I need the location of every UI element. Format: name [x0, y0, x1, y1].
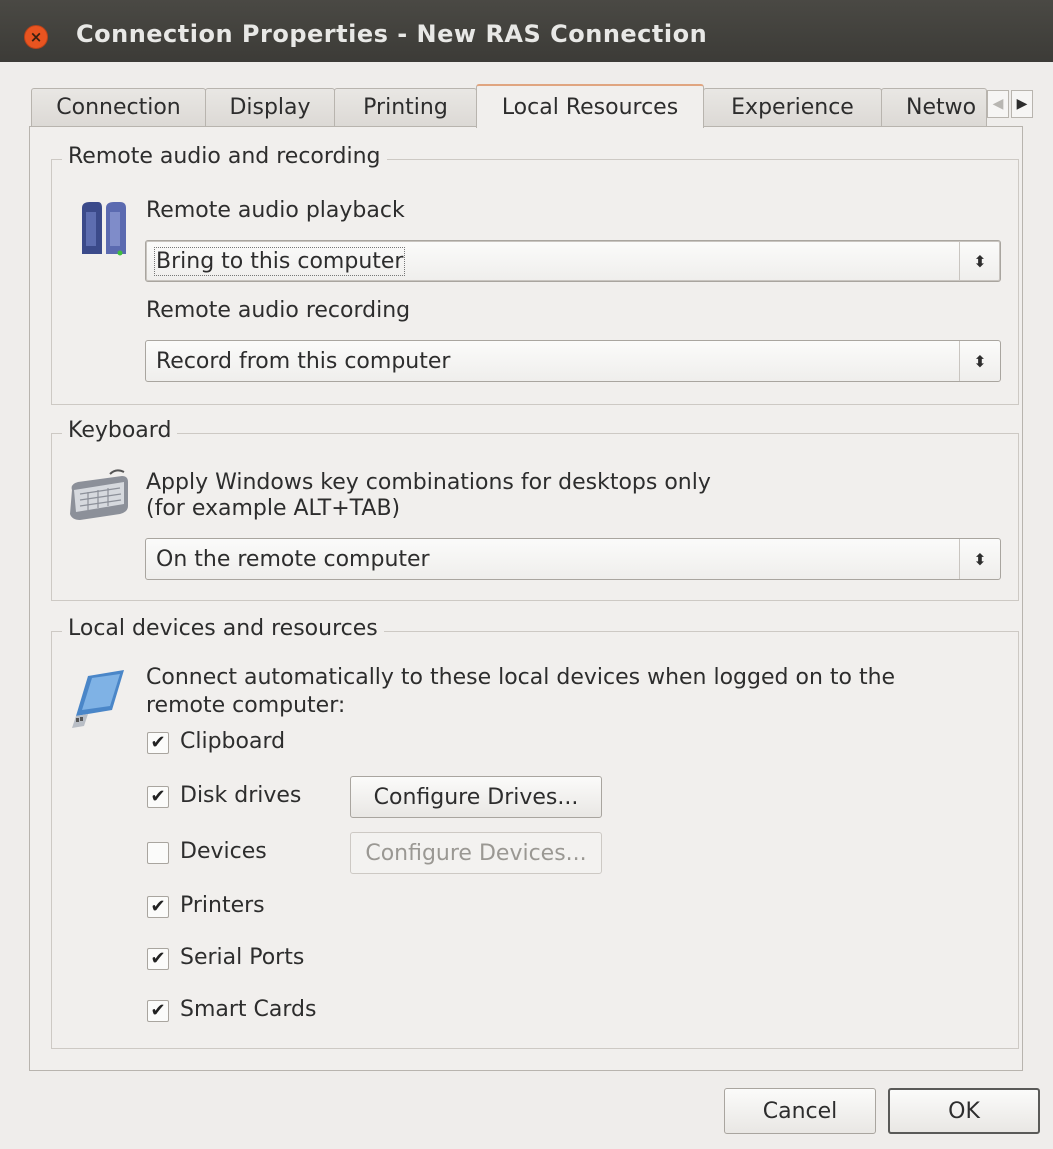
usb-drive-icon: [72, 670, 124, 728]
close-button[interactable]: ×: [24, 25, 48, 49]
disk-drives-label[interactable]: Disk drives: [180, 783, 301, 808]
configure-devices-button: Configure Devices...: [350, 832, 602, 874]
remote-audio-playback-select[interactable]: Bring to this computer ⬍: [145, 240, 1001, 282]
remote-audio-playback-label: Remote audio playback: [146, 198, 405, 223]
tab-scroll-right-button[interactable]: ▶: [1011, 90, 1033, 118]
window-title: Connection Properties - New RAS Connecti…: [76, 20, 708, 48]
remote-audio-playback-value: Bring to this computer: [153, 246, 406, 276]
title-bar: × Connection Properties - New RAS Connec…: [0, 0, 1053, 62]
tab-printing[interactable]: Printing: [334, 88, 477, 126]
configure-drives-button[interactable]: Configure Drives...: [350, 776, 602, 818]
keyboard-group-title: Keyboard: [62, 418, 178, 443]
keyboard-description-line2: (for example ALT+TAB): [146, 496, 401, 521]
local-resources-panel: Remote audio and recording Remote audio …: [29, 126, 1023, 1071]
smart-cards-label[interactable]: Smart Cards: [180, 997, 316, 1022]
keyboard-description-line1: Apply Windows key combinations for deskt…: [146, 470, 711, 495]
remote-audio-group: Remote audio and recording Remote audio …: [51, 144, 1019, 405]
remote-audio-recording-label: Remote audio recording: [146, 298, 411, 323]
keyboard-icon: [70, 469, 128, 520]
devices-checkbox[interactable]: [147, 842, 169, 864]
local-devices-description-line2: remote computer:: [146, 693, 346, 718]
keyboard-select[interactable]: On the remote computer ⬍: [145, 538, 1001, 580]
tab-local-resources[interactable]: Local Resources: [476, 84, 704, 128]
clipboard-label[interactable]: Clipboard: [180, 729, 285, 754]
local-devices-description: Connect automatically to these local dev…: [146, 664, 895, 720]
keyboard-select-value: On the remote computer: [156, 546, 430, 572]
local-devices-group: Local devices and resources Connect auto…: [51, 616, 1019, 1049]
tab-bar: Connection Display Printing Local Resour…: [0, 84, 1053, 128]
tab-scroll-left-button[interactable]: ◀: [987, 90, 1009, 118]
clipboard-checkbox[interactable]: ✔: [147, 732, 169, 754]
printers-checkbox[interactable]: ✔: [147, 896, 169, 918]
keyboard-description: Apply Windows key combinations for deskt…: [146, 470, 711, 522]
ok-button[interactable]: OK: [888, 1088, 1040, 1134]
cancel-button[interactable]: Cancel: [724, 1088, 876, 1134]
smart-cards-checkbox[interactable]: ✔: [147, 1000, 169, 1022]
remote-audio-recording-value: Record from this computer: [156, 348, 451, 374]
serial-ports-label[interactable]: Serial Ports: [180, 945, 304, 970]
tab-network[interactable]: Netwo: [881, 88, 987, 126]
serial-ports-checkbox[interactable]: ✔: [147, 948, 169, 970]
chevron-updown-icon: ⬍: [959, 539, 1000, 579]
remote-audio-group-title: Remote audio and recording: [62, 144, 387, 169]
chevron-updown-icon: ⬍: [959, 241, 1000, 281]
disk-drives-checkbox[interactable]: ✔: [147, 786, 169, 808]
local-devices-group-title: Local devices and resources: [62, 616, 384, 641]
local-devices-description-line1: Connect automatically to these local dev…: [146, 665, 896, 690]
remote-audio-recording-select[interactable]: Record from this computer ⬍: [145, 340, 1001, 382]
devices-label[interactable]: Devices: [180, 839, 267, 864]
tab-connection[interactable]: Connection: [31, 88, 206, 126]
keyboard-group: Keyboard Apply Windows key combinations …: [51, 418, 1019, 601]
chevron-updown-icon: ⬍: [959, 341, 1000, 381]
printers-label[interactable]: Printers: [180, 893, 265, 918]
tab-display[interactable]: Display: [205, 88, 335, 126]
tab-experience[interactable]: Experience: [703, 88, 882, 126]
speakers-icon: [82, 202, 126, 256]
